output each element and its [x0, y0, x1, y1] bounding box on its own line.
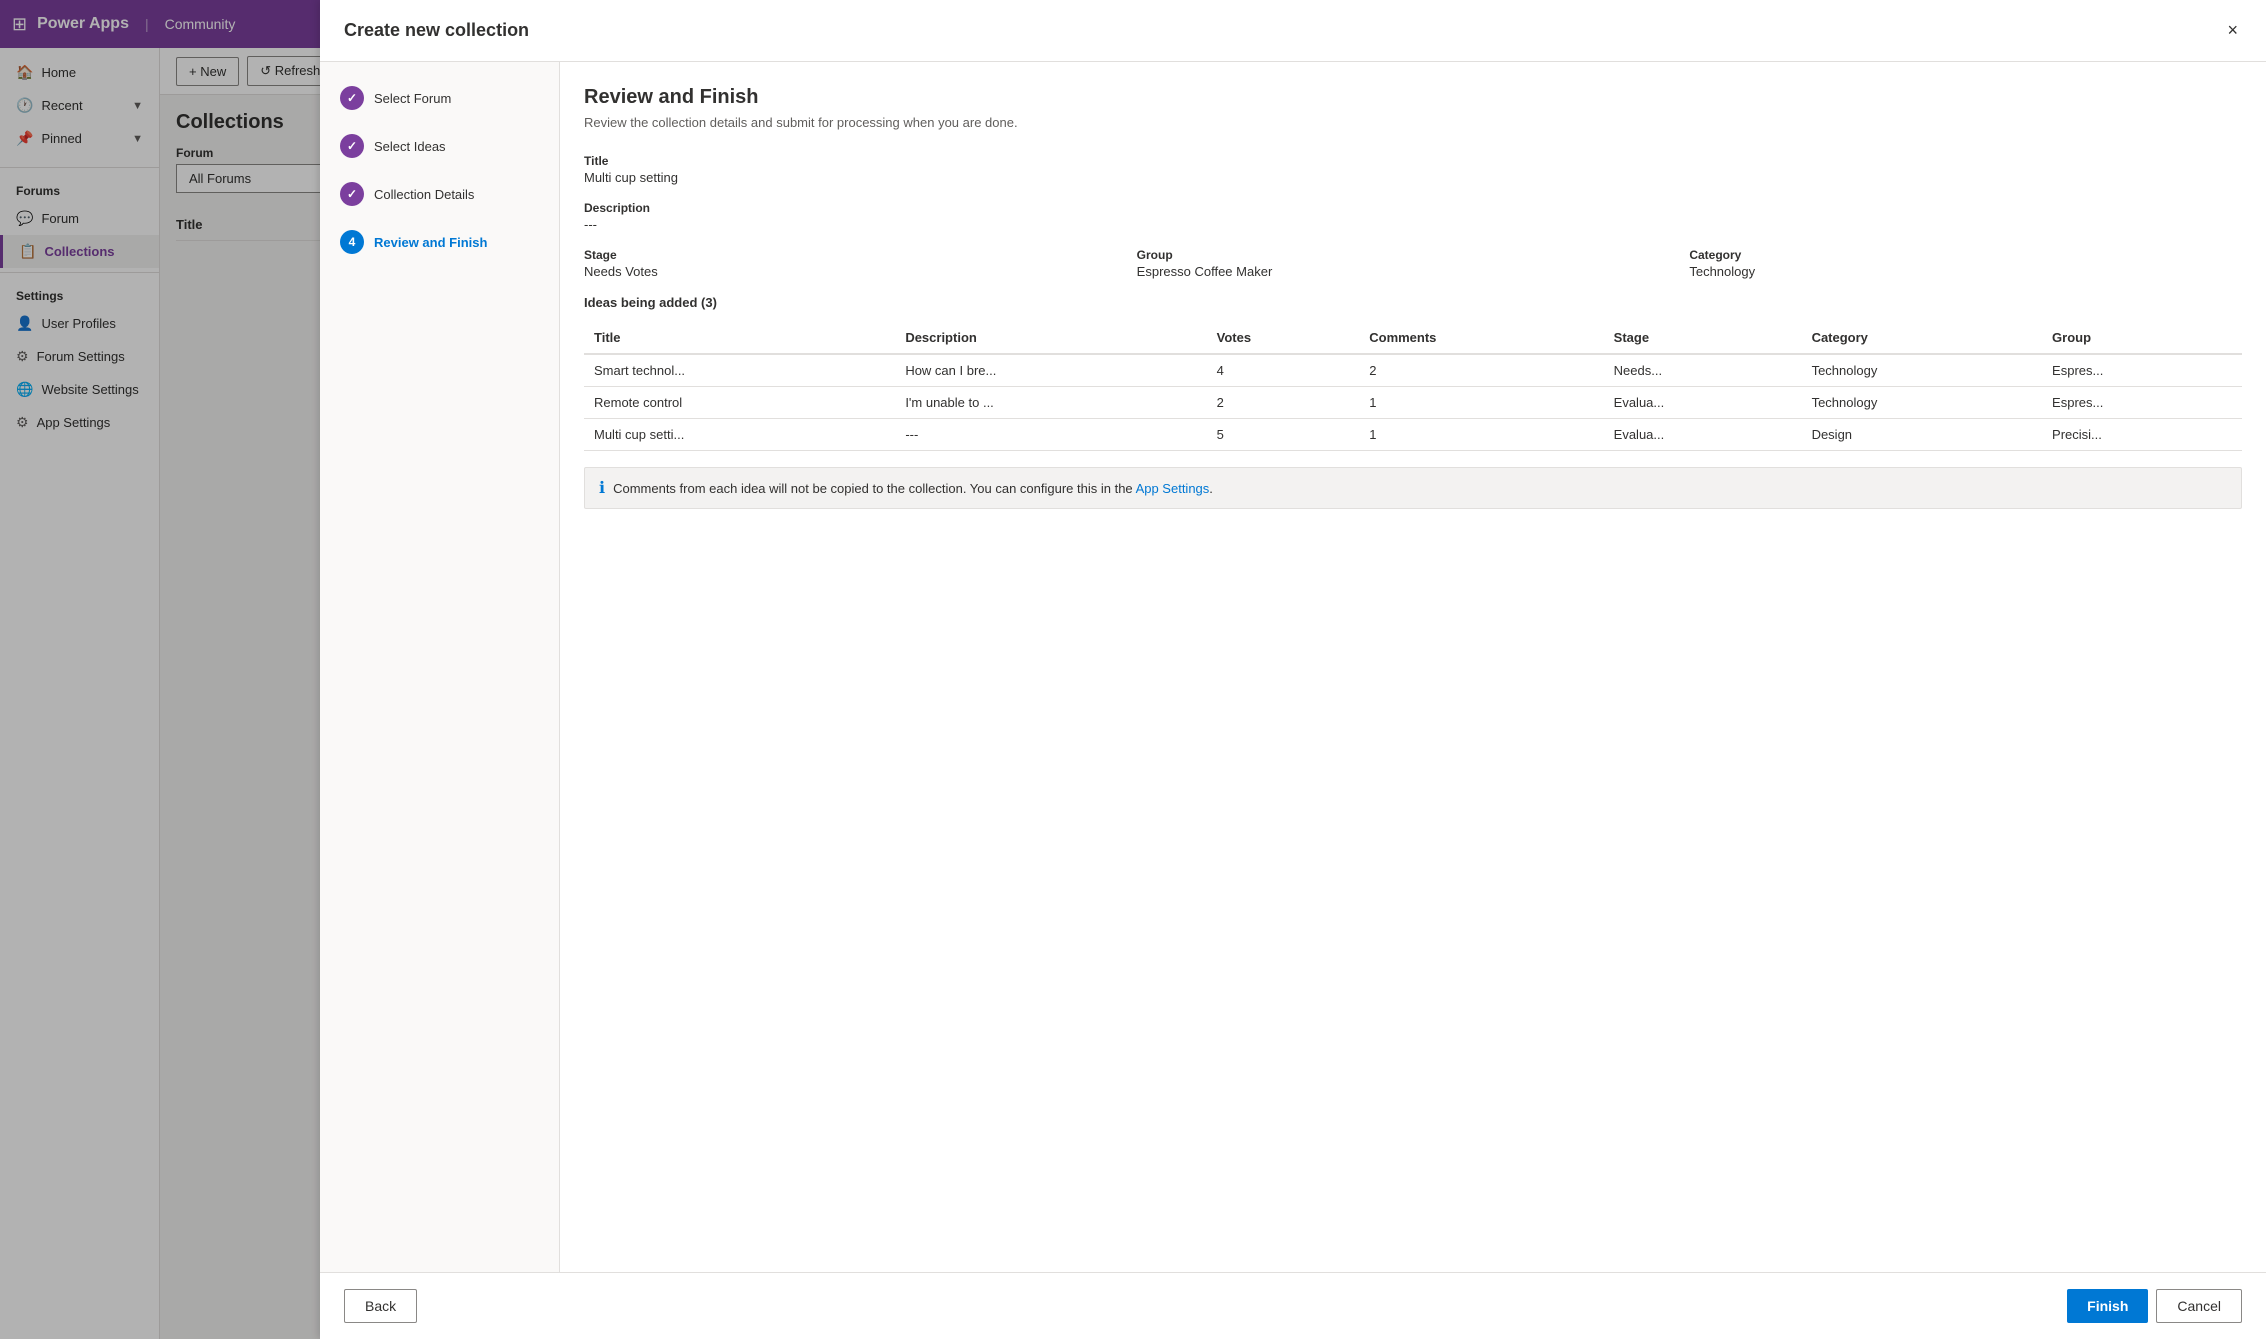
- ideas-table: Title Description Votes Comments Stage C…: [584, 322, 2242, 451]
- modal: Create new collection × ✓ Select Forum ✓…: [320, 48, 2266, 1339]
- modal-footer: Back Finish Cancel: [320, 1272, 2266, 1339]
- row2-category: Technology: [1802, 387, 2042, 419]
- wizard-content: Review and Finish Review the collection …: [560, 62, 2266, 1272]
- row1-votes: 4: [1207, 354, 1360, 387]
- col-votes: Votes: [1207, 322, 1360, 354]
- stage-value: Needs Votes: [584, 264, 1137, 279]
- row3-stage: Evalua...: [1604, 419, 1802, 451]
- wizard-step-3: ✓ Collection Details: [340, 182, 539, 206]
- ideas-table-head: Title Description Votes Comments Stage C…: [584, 322, 2242, 354]
- description-detail-label: Description: [584, 201, 2242, 215]
- group-value: Espresso Coffee Maker: [1137, 264, 1690, 279]
- wizard-step-2: ✓ Select Ideas: [340, 134, 539, 158]
- app-layout: 🏠 Home 🕐 Recent ▼ 📌 Pinned ▼ Forums 💬 Fo…: [0, 0, 2266, 1339]
- cancel-button[interactable]: Cancel: [2156, 1289, 2242, 1323]
- wizard-steps: ✓ Select Forum ✓ Select Ideas ✓ Collecti…: [320, 62, 560, 1272]
- wizard-step-4: 4 Review and Finish: [340, 230, 539, 254]
- main-content: + New ↺ Refresh Collections Forum All Fo…: [160, 48, 2266, 1339]
- review-heading: Review and Finish: [584, 86, 2242, 109]
- col-group: Group: [2042, 322, 2242, 354]
- row3-votes: 5: [1207, 419, 1360, 451]
- table-row: Multi cup setti... --- 5 1 Evalua... Des…: [584, 419, 2242, 451]
- ideas-table-body: Smart technol... How can I bre... 4 2 Ne…: [584, 354, 2242, 451]
- review-subtitle: Review the collection details and submit…: [584, 115, 2242, 130]
- step-1-circle: ✓: [340, 86, 364, 110]
- col-description: Description: [895, 322, 1206, 354]
- wizard-step-1: ✓ Select Forum: [340, 86, 539, 110]
- col-comments: Comments: [1359, 322, 1603, 354]
- description-detail-value: ---: [584, 217, 2242, 232]
- ideas-table-header-row: Title Description Votes Comments Stage C…: [584, 322, 2242, 354]
- row1-title: Smart technol...: [584, 354, 895, 387]
- info-bar: ℹ Comments from each idea will not be co…: [584, 467, 2242, 509]
- row3-description: ---: [895, 419, 1206, 451]
- modal-header: Create new collection ×: [320, 48, 2266, 62]
- stage-label: Stage: [584, 248, 1137, 262]
- finish-button[interactable]: Finish: [2067, 1289, 2148, 1323]
- description-detail: Description ---: [584, 201, 2242, 232]
- stage-group-details: Stage Needs Votes Group Espresso Coffee …: [584, 248, 2242, 279]
- app-settings-link[interactable]: App Settings: [1136, 481, 1210, 496]
- row2-votes: 2: [1207, 387, 1360, 419]
- row1-comments: 2: [1359, 354, 1603, 387]
- col-stage: Stage: [1604, 322, 1802, 354]
- table-row: Remote control I'm unable to ... 2 1 Eva…: [584, 387, 2242, 419]
- step-2-label: Select Ideas: [374, 139, 446, 154]
- col-title: Title: [584, 322, 895, 354]
- row2-comments: 1: [1359, 387, 1603, 419]
- stage-detail: Stage Needs Votes: [584, 248, 1137, 279]
- row3-title: Multi cup setti...: [584, 419, 895, 451]
- row1-category: Technology: [1802, 354, 2042, 387]
- step-1-label: Select Forum: [374, 91, 451, 106]
- step-4-label: Review and Finish: [374, 235, 487, 250]
- title-detail-value: Multi cup setting: [584, 170, 2242, 185]
- row2-description: I'm unable to ...: [895, 387, 1206, 419]
- group-detail: Group Espresso Coffee Maker: [1137, 248, 1690, 279]
- row2-title: Remote control: [584, 387, 895, 419]
- info-suffix: .: [1209, 481, 1213, 496]
- modal-body: ✓ Select Forum ✓ Select Ideas ✓ Collecti…: [320, 62, 2266, 1272]
- title-detail-label: Title: [584, 154, 2242, 168]
- footer-right: Finish Cancel: [2067, 1289, 2242, 1323]
- category-detail: Category Technology: [1689, 248, 2242, 279]
- row2-stage: Evalua...: [1604, 387, 1802, 419]
- back-button[interactable]: Back: [344, 1289, 417, 1323]
- title-detail: Title Multi cup setting: [584, 154, 2242, 185]
- row1-stage: Needs...: [1604, 354, 1802, 387]
- group-label: Group: [1137, 248, 1690, 262]
- step-2-circle: ✓: [340, 134, 364, 158]
- row3-comments: 1: [1359, 419, 1603, 451]
- modal-overlay: Create new collection × ✓ Select Forum ✓…: [160, 48, 2266, 1339]
- row1-group: Espres...: [2042, 354, 2242, 387]
- row3-group: Precisi...: [2042, 419, 2242, 451]
- ideas-header: Ideas being added (3): [584, 295, 2242, 310]
- category-label: Category: [1689, 248, 2242, 262]
- step-3-circle: ✓: [340, 182, 364, 206]
- info-icon: ℹ: [599, 478, 605, 498]
- info-text-before: Comments from each idea will not be copi…: [613, 481, 1135, 496]
- step-3-label: Collection Details: [374, 187, 474, 202]
- row3-category: Design: [1802, 419, 2042, 451]
- col-category: Category: [1802, 322, 2042, 354]
- category-value: Technology: [1689, 264, 2242, 279]
- step-4-circle: 4: [340, 230, 364, 254]
- row1-description: How can I bre...: [895, 354, 1206, 387]
- table-row: Smart technol... How can I bre... 4 2 Ne…: [584, 354, 2242, 387]
- info-text: Comments from each idea will not be copi…: [613, 481, 1213, 496]
- row2-group: Espres...: [2042, 387, 2242, 419]
